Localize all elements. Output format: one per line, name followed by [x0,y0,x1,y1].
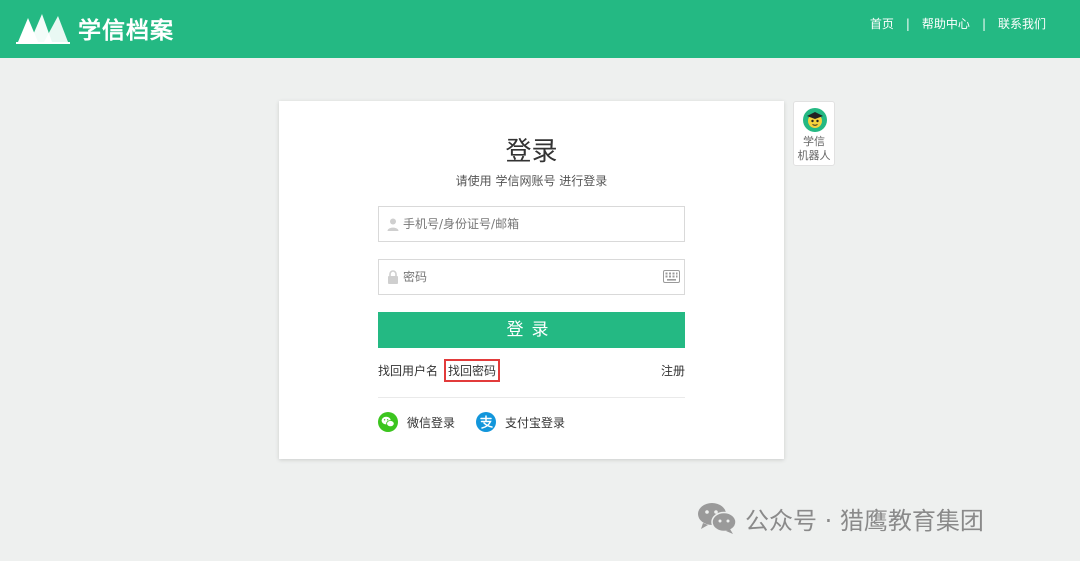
username-field[interactable] [378,206,685,242]
wechat-login-label: 微信登录 [407,415,456,430]
watermark: 公众号 · 猎鹰教育集团 [697,499,984,537]
robot-avatar-icon [803,108,827,132]
lock-icon [388,270,398,284]
watermark-text: 公众号 · 猎鹰教育集团 [745,506,984,535]
robot-label-line2: 机器人 [797,149,831,162]
keyboard-icon[interactable] [663,270,680,283]
nav-home-link[interactable]: 首页 [870,15,894,32]
nav-separator: | [905,16,910,31]
top-header: 学信档案 首页 | 帮助中心 | 联系我们 [0,0,1080,58]
alipay-icon [476,412,496,432]
wechat-chat-icon [698,503,737,534]
robot-assistant-widget[interactable]: 学信 机器人 [793,101,835,166]
alipay-login-label: 支付宝登录 [505,415,566,430]
password-input[interactable] [403,260,653,294]
login-button[interactable]: 登录 [378,312,685,348]
register-link[interactable]: 注册 [661,362,685,379]
top-nav: 首页 | 帮助中心 | 联系我们 [870,15,1046,32]
logo-text: 学信档案 [78,18,174,44]
recover-username-link[interactable]: 找回用户名 [378,362,438,379]
nav-separator: | [981,16,986,31]
wechat-icon [378,412,398,432]
login-card: 登录 请使用 学信网账号 进行登录 登录 找回用户名 找回密码 [279,101,784,459]
logo[interactable]: 学信档案 [16,10,174,46]
login-subtitle: 请使用 学信网账号 进行登录 [455,174,608,188]
nav-help-link[interactable]: 帮助中心 [922,15,970,32]
divider [378,397,685,398]
robot-label-line1: 学信 [803,135,825,148]
alipay-login-button[interactable]: 支付宝登录 [476,412,565,432]
logo-book-icon [16,14,70,44]
username-input[interactable] [403,207,653,241]
user-icon [387,218,399,231]
account-links: 找回用户名 找回密码 注册 [378,359,685,382]
login-title: 登录 [505,137,558,167]
nav-contact-link[interactable]: 联系我们 [998,15,1046,32]
wechat-login-button[interactable]: 微信登录 [378,412,455,432]
robot-label: 学信 机器人 [794,135,834,163]
password-field[interactable] [378,259,685,295]
recover-password-link[interactable]: 找回密码 [444,359,501,382]
